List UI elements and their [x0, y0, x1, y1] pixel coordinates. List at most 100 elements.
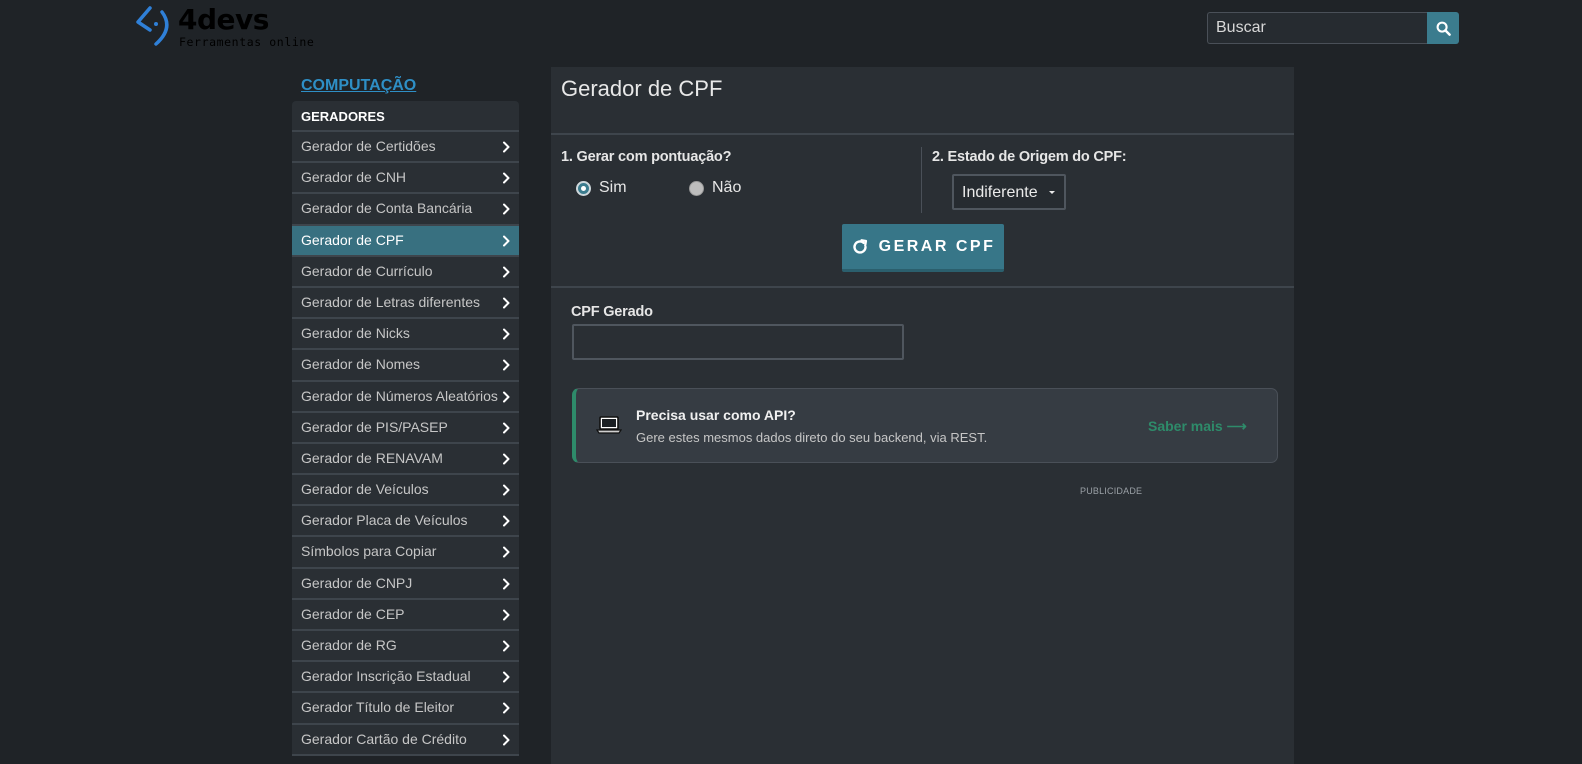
cpf-output-label: CPF Gerado — [571, 304, 653, 320]
chevron-right-icon — [503, 422, 510, 434]
chevron-right-icon — [503, 671, 510, 683]
site-header: 4devs Ferramentas online — [0, 0, 1582, 60]
sidebar-item-label: Gerador de CNH — [301, 169, 407, 186]
sidebar-item-label: Gerador de CPF — [301, 231, 404, 248]
option1-label: 1. Gerar com pontuação? — [561, 149, 732, 165]
ad-label: PUBLICIDADE — [1080, 486, 1143, 496]
sidebar-item[interactable]: Gerador Título de Eleitor — [292, 693, 519, 725]
sidebar-item[interactable]: Gerador de RG — [292, 631, 519, 663]
search-icon — [1436, 21, 1451, 36]
radio-sim-label: Sim — [599, 179, 627, 196]
state-select[interactable]: Indiferente — [952, 174, 1066, 210]
chevron-right-icon — [503, 266, 510, 278]
chevron-right-icon — [503, 391, 510, 402]
chevron-right-icon — [503, 546, 510, 558]
radio-selected-icon — [576, 180, 591, 196]
sidebar: COMPUTAÇÃO GERADORES Gerador de Certidõe… — [292, 73, 519, 756]
sidebar-item[interactable]: Gerador de CNH — [292, 163, 519, 195]
search-button[interactable] — [1427, 12, 1459, 44]
generate-cpf-button-label: GERAR CPF — [878, 237, 996, 255]
sidebar-item-label: Gerador de RENAVAM — [301, 449, 443, 466]
chevron-right-icon — [503, 640, 510, 652]
category-link-computacao[interactable]: COMPUTAÇÃO — [292, 73, 519, 101]
logo-mark-icon — [136, 6, 169, 46]
sidebar-item[interactable]: Gerador de Nicks — [292, 319, 519, 351]
api-card-title: Precisa usar como API? — [636, 407, 796, 423]
chevron-right-icon — [503, 609, 510, 621]
sidebar-item-label: Gerador de Nomes — [301, 356, 421, 373]
sidebar-item-label: Símbolos para Copiar — [301, 543, 437, 560]
radio-unselected-icon — [689, 180, 704, 196]
sidebar-item[interactable]: Gerador de PIS/PASEP — [292, 412, 519, 444]
sidebar-item[interactable]: Gerador de Nomes — [292, 350, 519, 382]
cpf-output-field[interactable] — [572, 324, 904, 360]
chevron-right-icon — [503, 172, 510, 184]
option2-label: 2. Estado de Origem do CPF: — [932, 149, 1127, 165]
radio-sim[interactable]: Sim — [576, 179, 627, 197]
logo-name: 4devs — [178, 3, 269, 36]
divider — [551, 133, 1294, 135]
sidebar-item-label: Gerador de CNPJ — [301, 574, 413, 591]
sidebar-item-label: Gerador de Currículo — [301, 262, 433, 279]
caret-down-icon — [1049, 191, 1055, 194]
sidebar-item-label: Gerador de CEP — [301, 605, 405, 622]
radio-nao[interactable]: Não — [689, 179, 741, 197]
sidebar-item[interactable]: Gerador Cartão de Crédito — [292, 724, 519, 756]
column-separator — [921, 147, 922, 213]
search-input[interactable] — [1207, 12, 1427, 44]
sidebar-item-label: Gerador de Certidões — [301, 138, 436, 154]
sidebar-item-label: Gerador de Nicks — [301, 325, 410, 342]
main-panel: Gerador de CPF 1. Gerar com pontuação? S… — [551, 67, 1294, 764]
chevron-right-icon — [503, 328, 510, 340]
chevron-right-icon — [503, 734, 510, 746]
sidebar-item[interactable]: Gerador de CPF — [292, 225, 519, 257]
sidebar-list: Gerador de Certidões Gerador de CNH Gerado… — [292, 132, 519, 756]
sidebar-item-label: Gerador Placa de Veículos — [301, 512, 468, 529]
generate-cpf-button[interactable]: GERAR CPF — [842, 224, 1004, 272]
sidebar-item[interactable]: Gerador Placa de Veículos — [292, 506, 519, 538]
sidebar-group-title: GERADORES — [292, 101, 519, 132]
chevron-right-icon — [503, 702, 510, 714]
site-logo[interactable]: 4devs Ferramentas online — [136, 3, 336, 49]
state-select-value: Indiferente — [962, 184, 1038, 201]
chevron-right-icon — [503, 235, 510, 247]
sidebar-item-label: Gerador de RG — [301, 637, 397, 653]
chevron-right-icon — [503, 297, 510, 309]
api-learn-more-link[interactable]: Saber mais ⟶ — [1148, 418, 1247, 435]
sidebar-item[interactable]: Gerador de Números Aleatórios — [292, 381, 519, 413]
sidebar-item[interactable]: Gerador de Veículos — [292, 475, 519, 507]
chevron-right-icon — [503, 453, 510, 465]
search-box — [1207, 12, 1459, 44]
sidebar-item-label: Gerador Cartão de Crédito — [301, 730, 467, 747]
api-promo-card: Precisa usar como API? Gere estes mesmos… — [572, 388, 1278, 463]
sidebar-item[interactable]: Gerador de CEP — [292, 599, 519, 631]
sidebar-group-geradores: GERADORES Gerador de Certidões Gerador de… — [292, 101, 519, 756]
sidebar-item-label: Gerador Título de Eleitor — [301, 699, 455, 716]
logo-tagline: Ferramentas online — [179, 35, 315, 49]
sidebar-item[interactable]: Gerador de RENAVAM — [292, 443, 519, 476]
sidebar-item[interactable]: Gerador de Letras diferentes — [292, 287, 519, 320]
sidebar-item-label: Gerador de Conta Bancária — [301, 200, 473, 217]
chevron-right-icon — [503, 203, 510, 215]
sidebar-item-label: Gerador de Veículos — [301, 481, 429, 498]
sidebar-item-label: Gerador Inscrição Estadual — [301, 668, 471, 685]
laptop-icon — [596, 416, 622, 434]
sidebar-item-label: Gerador de Letras diferentes — [301, 293, 480, 310]
chevron-right-icon — [503, 515, 510, 527]
chevron-right-icon — [503, 578, 510, 590]
radio-nao-label: Não — [712, 179, 742, 196]
sidebar-item[interactable]: Gerador de CNPJ — [292, 568, 519, 600]
refresh-icon — [852, 238, 867, 254]
sidebar-item[interactable]: Gerador de Currículo — [292, 256, 519, 288]
sidebar-item[interactable]: Símbolos para Copiar — [292, 537, 519, 569]
sidebar-item-label: Gerador de Números Aleatórios — [301, 387, 498, 404]
sidebar-item[interactable]: Gerador Inscrição Estadual — [292, 662, 519, 694]
sidebar-item[interactable]: Gerador de Conta Bancária — [292, 194, 519, 226]
page-title: Gerador de CPF — [561, 76, 723, 101]
divider — [551, 286, 1294, 288]
chevron-right-icon — [503, 484, 510, 496]
chevron-right-icon — [503, 141, 510, 153]
sidebar-item-label: Gerador de PIS/PASEP — [301, 418, 448, 435]
sidebar-item[interactable]: Gerador de Certidões — [292, 132, 519, 164]
api-card-description: Gere estes mesmos dados direto do seu ba… — [636, 430, 988, 445]
